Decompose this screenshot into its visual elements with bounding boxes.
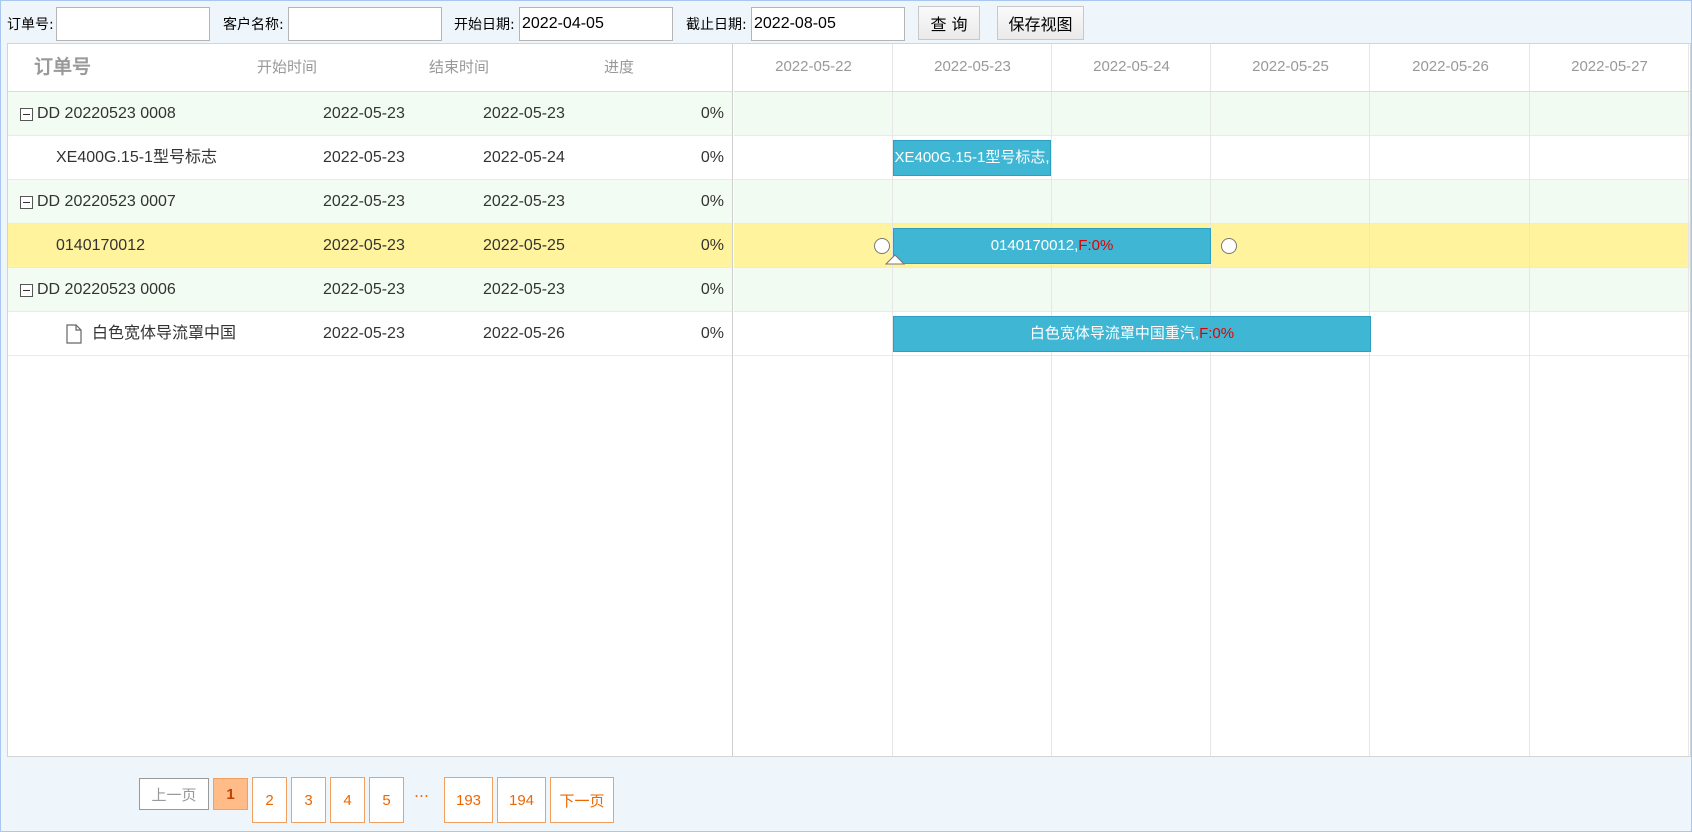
page-button-current[interactable]: 1 <box>213 778 248 810</box>
start-date: 2022-05-23 <box>323 193 405 210</box>
end-date: 2022-05-26 <box>483 325 565 342</box>
task-bar-percent: F:0% <box>1199 325 1235 342</box>
link-end-handle[interactable] <box>1221 238 1237 254</box>
end-date: 2022-05-23 <box>483 105 565 122</box>
progress-value: 0% <box>700 281 724 298</box>
progress-value: 0% <box>700 193 724 210</box>
day-column <box>1371 44 1530 756</box>
table-row[interactable]: 0140170012 2022-05-23 2022-05-25 0% <box>8 224 732 268</box>
header-start-time[interactable]: 开始时间 <box>257 44 317 92</box>
page-ellipsis: … <box>414 783 429 801</box>
order-name: DD 20220523 0007 <box>37 193 176 210</box>
end-date: 2022-05-23 <box>483 281 565 298</box>
table-row[interactable]: DD 20220523 0008 2022-05-23 2022-05-23 0… <box>8 92 732 136</box>
day-header: 2022-05-22 <box>775 58 852 75</box>
task-list-pane: 订单号 开始时间 结束时间 进度 DD 20220523 0008 2022-0… <box>8 44 733 756</box>
progress-value: 0% <box>700 325 724 342</box>
customer-name-input[interactable] <box>288 7 442 41</box>
progress-value: 0% <box>700 105 724 122</box>
link-start-handle[interactable] <box>874 238 890 254</box>
task-bar-percent: F:0% <box>1078 237 1114 254</box>
start-date: 2022-05-23 <box>323 105 405 122</box>
header-progress[interactable]: 进度 <box>604 44 634 92</box>
table-row[interactable]: XE400G.15-1型号标志 2022-05-23 2022-05-24 0% <box>8 136 732 180</box>
day-header: 2022-05-26 <box>1412 58 1489 75</box>
start-date: 2022-05-23 <box>323 149 405 166</box>
start-date: 2022-05-23 <box>323 237 405 254</box>
start-date: 2022-05-23 <box>323 325 405 342</box>
next-page-button[interactable]: 下一页 <box>550 777 614 823</box>
page-button[interactable]: 4 <box>330 777 365 823</box>
query-button[interactable]: 查 询 <box>918 6 980 40</box>
start-date: 2022-05-23 <box>323 281 405 298</box>
gantt-timeline-pane: 2022-05-22 2022-05-23 2022-05-24 2022-05… <box>734 44 1690 756</box>
end-date-input[interactable] <box>751 7 905 41</box>
start-date-label: 开始日期: <box>454 17 515 33</box>
collapse-icon[interactable] <box>20 108 33 121</box>
task-bar-label: 白色宽体导流罩中国重汽, <box>1029 325 1200 342</box>
order-name: DD 20220523 0008 <box>37 105 176 122</box>
table-row[interactable]: DD 20220523 0007 2022-05-23 2022-05-23 0… <box>8 180 732 224</box>
page-button[interactable]: 3 <box>291 777 326 823</box>
header-order-number[interactable]: 订单号 <box>34 44 91 92</box>
progress-drag-icon[interactable] <box>885 253 905 265</box>
file-icon <box>66 324 82 344</box>
gantt-app: 订单号: 客户名称: 开始日期: 截止日期: 查 询 保存视图 订单号 开始时间… <box>0 0 1692 832</box>
end-date: 2022-05-25 <box>483 237 565 254</box>
page-button[interactable]: 193 <box>444 777 493 823</box>
day-column <box>1530 44 1689 756</box>
page-button[interactable]: 5 <box>369 777 404 823</box>
task-bar-selected[interactable]: 0140170012,F:0% <box>893 228 1211 264</box>
task-name: 0140170012 <box>56 237 145 254</box>
customer-name-label: 客户名称: <box>223 17 284 33</box>
gantt-grid: 订单号 开始时间 结束时间 进度 DD 20220523 0008 2022-0… <box>7 43 1691 757</box>
day-column <box>1052 44 1211 756</box>
task-bar-label: 0140170012, <box>990 237 1079 254</box>
toolbar: 订单号: 客户名称: 开始日期: 截止日期: 查 询 保存视图 <box>1 1 1691 43</box>
prev-page-button[interactable]: 上一页 <box>139 778 209 810</box>
task-bar[interactable]: 白色宽体导流罩中国重汽,F:0% <box>893 316 1371 352</box>
progress-value: 0% <box>700 149 724 166</box>
start-date-input[interactable] <box>519 7 673 41</box>
header-end-time[interactable]: 结束时间 <box>429 44 489 92</box>
day-column <box>734 44 893 756</box>
order-number-input[interactable] <box>56 7 210 41</box>
end-date-label: 截止日期: <box>686 17 747 33</box>
end-date: 2022-05-24 <box>483 149 565 166</box>
task-bar[interactable]: XE400G.15-1型号标志, <box>893 140 1051 176</box>
task-name: XE400G.15-1型号标志 <box>56 149 217 166</box>
day-column <box>1211 44 1370 756</box>
day-header: 2022-05-27 <box>1571 58 1648 75</box>
page-button[interactable]: 194 <box>497 777 546 823</box>
timeline-header: 2022-05-22 2022-05-23 2022-05-24 2022-05… <box>734 44 1690 92</box>
task-bar-label: XE400G.15-1型号标志, <box>894 149 1050 166</box>
page-button[interactable]: 2 <box>252 777 287 823</box>
save-view-button[interactable]: 保存视图 <box>997 6 1084 40</box>
pagination: 上一页 1 2 3 4 5 … 193 194 下一页 <box>1 757 1691 831</box>
progress-value: 0% <box>700 237 724 254</box>
order-name: DD 20220523 0006 <box>37 281 176 298</box>
day-header: 2022-05-25 <box>1252 58 1329 75</box>
task-name: 白色宽体导流罩中国 <box>92 325 236 342</box>
task-list-header: 订单号 开始时间 结束时间 进度 <box>8 44 732 92</box>
collapse-icon[interactable] <box>20 284 33 297</box>
end-date: 2022-05-23 <box>483 193 565 210</box>
day-header: 2022-05-23 <box>934 58 1011 75</box>
day-header: 2022-05-24 <box>1093 58 1170 75</box>
collapse-icon[interactable] <box>20 196 33 209</box>
table-row[interactable]: 白色宽体导流罩中国 2022-05-23 2022-05-26 0% <box>8 312 732 356</box>
order-number-label: 订单号: <box>7 17 54 33</box>
table-row[interactable]: DD 20220523 0006 2022-05-23 2022-05-23 0… <box>8 268 732 312</box>
